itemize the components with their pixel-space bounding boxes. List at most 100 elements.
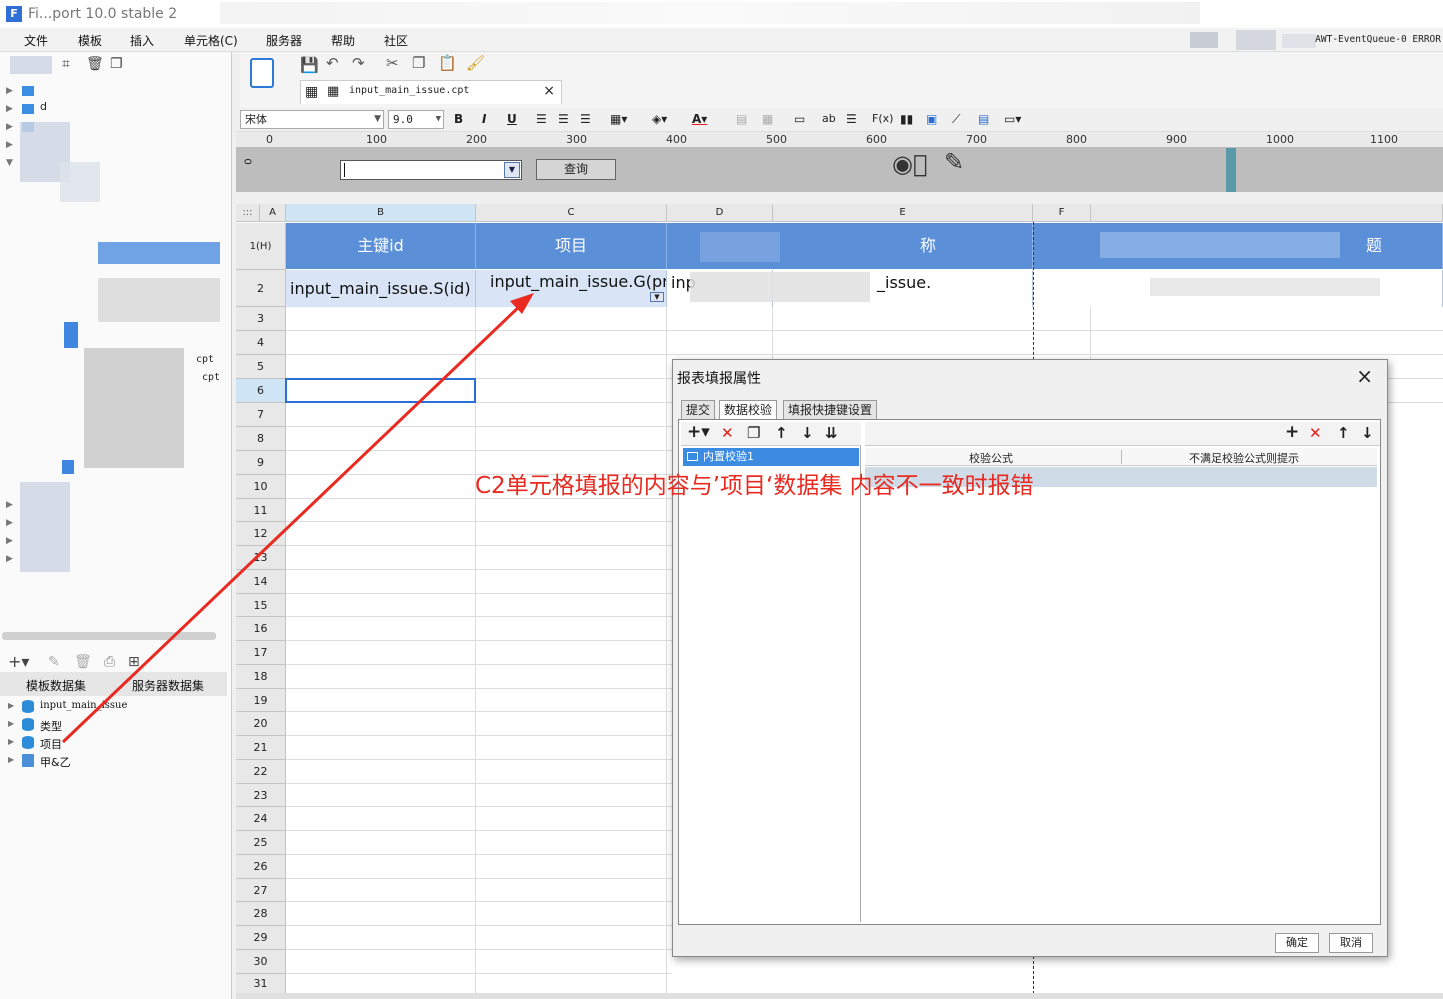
add-rule-icon[interactable]: +▾ xyxy=(687,422,710,442)
menu-template[interactable]: 模板 xyxy=(78,32,102,49)
row-header[interactable]: 14 xyxy=(236,570,286,594)
move-bottom-icon[interactable]: ⇊ xyxy=(825,424,838,442)
delete-dataset-icon[interactable]: 🗑 xyxy=(74,654,92,670)
tab-template-dataset[interactable]: 模板数据集 xyxy=(26,677,86,694)
row-header[interactable]: 1(H) xyxy=(236,223,286,270)
widget-icon[interactable]: ▭▾ xyxy=(1004,112,1021,126)
copy-icon[interactable]: ❐ xyxy=(412,54,425,72)
close-tab-icon[interactable]: × xyxy=(543,83,555,99)
row-header[interactable]: 15 xyxy=(236,594,286,617)
cut-icon[interactable]: ✂ xyxy=(386,54,399,72)
dataset-item[interactable]: ▶ 类型 xyxy=(8,718,208,733)
split-cells-icon[interactable]: ▦ xyxy=(762,112,773,126)
column-header-d[interactable]: D xyxy=(667,204,773,222)
menu-help[interactable]: 帮助 xyxy=(331,32,355,49)
tree-expand-icon[interactable]: ▶ xyxy=(8,701,14,710)
tree-expand-icon[interactable]: ▶ xyxy=(8,755,14,764)
pane-resize-handle[interactable] xyxy=(1226,148,1236,192)
row-header[interactable]: 26 xyxy=(236,855,286,879)
dataset-settings-icon[interactable]: ⊞ xyxy=(128,654,140,670)
move-down-icon[interactable]: ↓ xyxy=(1361,424,1374,442)
slash-icon[interactable]: ⟋ xyxy=(952,112,960,127)
font-family-select[interactable]: 宋体 ▼ xyxy=(240,110,384,129)
row-header[interactable]: 30 xyxy=(236,950,286,974)
tab-submit[interactable]: 提交 xyxy=(681,400,716,420)
dataset-item[interactable]: ▶ input_main_issue xyxy=(8,700,208,714)
align-left-icon[interactable]: ☰ xyxy=(536,112,547,126)
column-header-a[interactable]: A xyxy=(260,204,286,222)
underline-button[interactable]: U xyxy=(507,112,517,126)
tab-data-validation[interactable]: 数据校验 xyxy=(719,400,778,420)
move-down-icon[interactable]: ↓ xyxy=(801,424,814,442)
tree-expand-icon[interactable]: ▶ xyxy=(6,536,13,546)
row-header[interactable]: 19 xyxy=(236,689,286,712)
row-header[interactable]: 9 xyxy=(236,451,286,475)
column-header-e[interactable]: E xyxy=(773,204,1033,222)
save-icon[interactable]: 💾 xyxy=(300,56,319,74)
close-icon[interactable]: × xyxy=(1356,364,1373,388)
cancel-button[interactable]: 取消 xyxy=(1329,933,1373,953)
tree-expand-icon[interactable]: ▶ xyxy=(6,140,13,150)
left-scrollbar[interactable] xyxy=(2,632,216,640)
row-header[interactable]: 2 xyxy=(236,270,286,307)
menu-file[interactable]: 文件 xyxy=(24,32,48,49)
data-cell-b2[interactable]: input_main_issue.S(id) xyxy=(286,270,476,307)
tree-expand-icon[interactable]: ▶ xyxy=(8,737,14,746)
formula-icon[interactable]: F(x) xyxy=(872,112,893,125)
italic-button[interactable]: I xyxy=(482,112,486,126)
horizontal-scrollbar[interactable] xyxy=(236,993,1443,999)
font-color-icon[interactable]: A▾ xyxy=(692,112,707,126)
undo-icon[interactable]: ↶ xyxy=(326,54,339,72)
redo-icon[interactable]: ↷ xyxy=(352,54,365,72)
paragraph-icon[interactable]: ☰ xyxy=(846,112,857,126)
row-header[interactable]: 5 xyxy=(236,355,286,379)
text-icon[interactable]: ab xyxy=(822,112,836,125)
move-icon[interactable]: ⌗ xyxy=(62,56,70,72)
tree-expand-icon[interactable]: ▶ xyxy=(6,86,13,96)
border-icon[interactable]: ▦▾ xyxy=(610,112,627,126)
align-center-icon[interactable]: ☰ xyxy=(558,112,569,126)
row-header[interactable]: 23 xyxy=(236,784,286,807)
ok-button[interactable]: 确定 xyxy=(1275,933,1319,953)
header-cell-b1[interactable]: 主键id xyxy=(286,223,476,269)
menu-insert[interactable]: 插入 xyxy=(130,32,154,49)
menu-server[interactable]: 服务器 xyxy=(266,32,302,49)
row-header[interactable]: 27 xyxy=(236,879,286,902)
menu-community[interactable]: 社区 xyxy=(384,32,408,49)
chart-icon[interactable]: ▮▮ xyxy=(900,112,913,126)
paste-icon[interactable]: 📋 xyxy=(438,54,457,72)
file-tab[interactable]: ▦ ▦ input_main_issue.cpt × xyxy=(300,80,562,104)
preview-dataset-icon[interactable]: ⎙ xyxy=(104,654,115,670)
delete-icon[interactable]: 🗑 xyxy=(86,56,104,72)
eye-slash-icon[interactable]: ◉⃥ xyxy=(892,150,927,178)
row-header[interactable]: 6 xyxy=(236,379,286,403)
row-header[interactable]: 3 xyxy=(236,307,286,331)
row-header[interactable]: 8 xyxy=(236,427,286,451)
row-header[interactable]: 21 xyxy=(236,736,286,760)
row-header[interactable]: 12 xyxy=(236,522,286,546)
fill-color-icon[interactable]: ◈▾ xyxy=(652,112,667,126)
query-button[interactable]: 查询 xyxy=(536,159,616,180)
tree-expand-icon[interactable]: ▶ xyxy=(6,554,13,564)
menu-cell[interactable]: 单元格(C) xyxy=(184,32,238,49)
move-up-icon[interactable]: ↑ xyxy=(775,424,788,442)
row-header[interactable]: 24 xyxy=(236,807,286,831)
row-header[interactable]: 20 xyxy=(236,712,286,736)
pencil-icon[interactable]: ✎ xyxy=(944,148,964,176)
tree-expand-icon[interactable]: ▶ xyxy=(6,122,13,132)
row-header[interactable]: 29 xyxy=(236,926,286,950)
grid-corner[interactable]: ::: xyxy=(236,204,260,222)
tab-shortcut-settings[interactable]: 填报快捷键设置 xyxy=(783,400,878,420)
tree-expand-icon[interactable]: ▶ xyxy=(6,104,13,114)
selected-cell-b6[interactable] xyxy=(285,378,476,403)
dataset-item[interactable]: ▶ 甲&乙 xyxy=(8,754,208,769)
row-header[interactable]: 10 xyxy=(236,475,286,499)
row-header[interactable]: 11 xyxy=(236,499,286,522)
copy-rule-icon[interactable]: ❐ xyxy=(747,424,760,442)
delete-rule-icon[interactable]: ✕ xyxy=(721,424,734,442)
bold-button[interactable]: B xyxy=(454,112,463,126)
add-formula-icon[interactable]: + xyxy=(1285,422,1299,442)
row-header[interactable]: 4 xyxy=(236,331,286,355)
delete-formula-icon[interactable]: ✕ xyxy=(1309,424,1322,442)
edit-dataset-icon[interactable]: ✎ xyxy=(48,654,60,670)
